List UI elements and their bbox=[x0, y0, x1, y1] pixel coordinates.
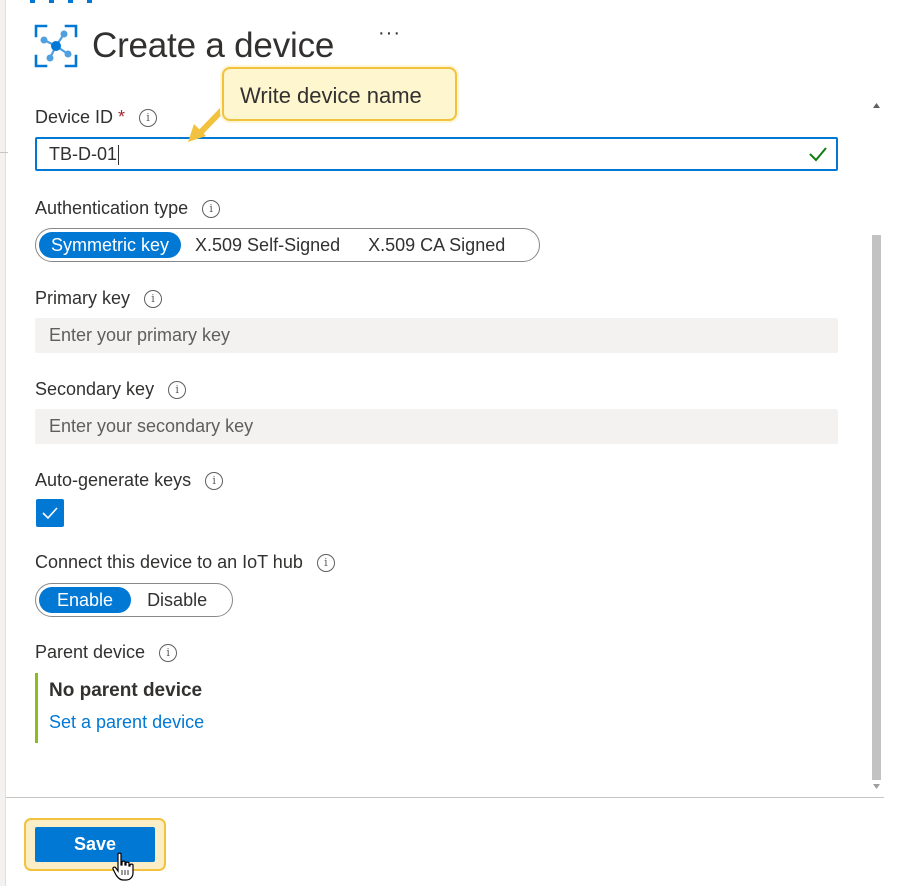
info-icon[interactable]: i bbox=[316, 553, 335, 572]
breadcrumb-fragment bbox=[30, 0, 98, 3]
info-icon[interactable]: i bbox=[159, 643, 178, 662]
auth-option-x509-ca-signed[interactable]: X.509 CA Signed bbox=[354, 232, 519, 258]
parent-device-label: Parent device i bbox=[35, 642, 178, 663]
auto-generate-label: Auto-generate keys i bbox=[35, 470, 224, 491]
connect-option-enable[interactable]: Enable bbox=[39, 587, 132, 613]
info-icon[interactable]: i bbox=[202, 199, 221, 218]
scrollbar-thumb[interactable] bbox=[872, 235, 881, 780]
text-caret bbox=[118, 145, 120, 166]
parent-device-value: No parent device bbox=[49, 680, 203, 701]
footer-divider bbox=[6, 797, 884, 798]
primary-key-label: Primary key i bbox=[35, 288, 163, 309]
save-button[interactable]: Save bbox=[35, 827, 155, 862]
info-icon[interactable]: i bbox=[139, 108, 158, 127]
device-id-input[interactable]: TB-D-01 bbox=[35, 137, 838, 171]
secondary-key-label: Secondary key i bbox=[35, 379, 187, 400]
iot-device-icon bbox=[34, 24, 78, 68]
auth-option-x509-self-signed[interactable]: X.509 Self-Signed bbox=[181, 232, 354, 258]
checkmark-icon bbox=[809, 147, 827, 162]
parent-device-box: No parent device Set a parent device bbox=[35, 673, 335, 743]
secondary-key-placeholder: Enter your secondary key bbox=[49, 416, 254, 436]
hand-pointer-icon bbox=[112, 852, 134, 881]
primary-key-placeholder: Enter your primary key bbox=[49, 325, 231, 345]
secondary-key-input[interactable]: Enter your secondary key bbox=[35, 409, 838, 444]
connect-hub-label: Connect this device to an IoT hub i bbox=[35, 552, 335, 573]
required-indicator: * bbox=[118, 107, 126, 127]
auth-option-symmetric-key[interactable]: Symmetric key bbox=[39, 232, 182, 258]
device-id-label: Device ID * i bbox=[35, 107, 158, 128]
auth-type-label: Authentication type i bbox=[35, 198, 221, 219]
connect-hub-toggle: Enable Disable bbox=[35, 583, 233, 617]
instruction-callout: Write device name bbox=[222, 67, 457, 121]
page-title: Create a device bbox=[92, 26, 335, 65]
callout-text: Write device name bbox=[240, 83, 422, 108]
device-id-value: TB-D-01 bbox=[49, 144, 118, 164]
more-options-button[interactable]: ··· bbox=[378, 22, 401, 45]
set-parent-device-link[interactable]: Set a parent device bbox=[49, 712, 204, 733]
connect-option-disable[interactable]: Disable bbox=[131, 587, 223, 613]
primary-key-input[interactable]: Enter your primary key bbox=[35, 318, 838, 353]
info-icon[interactable]: i bbox=[205, 471, 224, 490]
scroll-up-arrow-icon[interactable] bbox=[872, 101, 881, 110]
checkmark-icon bbox=[42, 507, 58, 520]
info-icon[interactable]: i bbox=[168, 380, 187, 399]
info-icon[interactable]: i bbox=[144, 289, 163, 308]
scroll-down-arrow-icon[interactable] bbox=[872, 782, 881, 791]
auto-generate-checkbox[interactable] bbox=[36, 499, 64, 527]
auth-type-toggle: Symmetric key X.509 Self-Signed X.509 CA… bbox=[35, 228, 540, 262]
